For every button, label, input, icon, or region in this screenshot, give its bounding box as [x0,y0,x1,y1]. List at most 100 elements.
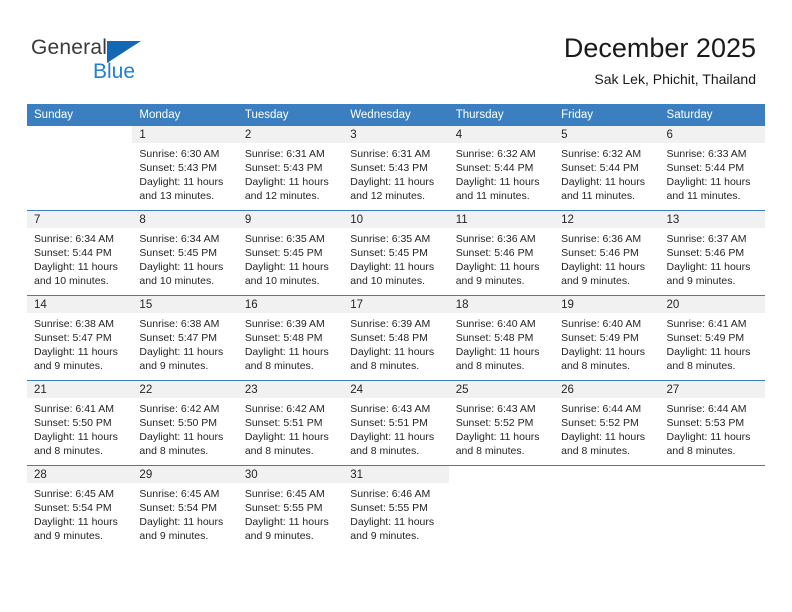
daylight-text: Daylight: 11 hours and 8 minutes. [666,346,751,373]
sunrise-text: Sunrise: 6:41 AM [34,403,114,415]
day-details: Sunrise: 6:35 AM Sunset: 5:45 PM Daylight:… [343,228,448,288]
day-number: 19 [554,296,660,313]
day-details: Sunrise: 6:46 AM Sunset: 5:55 PM Daylight:… [343,483,448,543]
day-details: Sunrise: 6:40 AM Sunset: 5:48 PM Daylight:… [449,313,554,373]
sunrise-text: Sunrise: 6:41 AM [666,318,747,330]
day-cell[interactable]: 17 Sunrise: 6:39 AM Sunset: 5:48 PM Dayligh… [343,295,449,381]
sunrise-text: Sunrise: 6:33 AM [666,148,747,160]
day-cell[interactable]: 10 Sunrise: 6:35 AM Sunset: 5:45 PM Dayligh… [343,210,449,296]
sunrise-text: Sunrise: 6:44 AM [561,403,642,415]
day-number: 2 [237,126,344,143]
sunrise-text: Sunrise: 6:46 AM [350,488,431,500]
day-details: Sunrise: 6:43 AM Sunset: 5:51 PM Daylight:… [343,398,448,458]
day-cell[interactable]: 22 Sunrise: 6:42 AM Sunset: 5:50 PM Dayligh… [132,380,238,466]
day-cell[interactable]: 20 Sunrise: 6:41 AM Sunset: 5:49 PM Dayligh… [659,295,765,381]
daylight-text: Daylight: 11 hours and 9 minutes. [350,516,435,543]
day-cell-inner: 13 Sunrise: 6:37 AM Sunset: 5:46 PM Dayligh… [659,211,765,295]
day-cell[interactable]: 13 Sunrise: 6:37 AM Sunset: 5:46 PM Dayligh… [659,210,765,296]
day-cell[interactable]: 31 Sunrise: 6:46 AM Sunset: 5:55 PM Dayligh… [343,465,449,550]
day-cell[interactable]: 25 Sunrise: 6:43 AM Sunset: 5:52 PM Dayligh… [448,380,555,466]
day-cell-inner: 30 Sunrise: 6:45 AM Sunset: 5:55 PM Dayligh… [237,466,344,550]
page-title: December 2025 [563,33,756,63]
day-cell[interactable]: 8 Sunrise: 6:34 AM Sunset: 5:45 PM Daylight… [132,210,238,296]
day-cell-inner: 24 Sunrise: 6:43 AM Sunset: 5:51 PM Dayligh… [343,381,449,465]
day-cell[interactable]: 30 Sunrise: 6:45 AM Sunset: 5:55 PM Dayligh… [237,465,344,550]
day-cell[interactable]: 12 Sunrise: 6:36 AM Sunset: 5:46 PM Dayligh… [554,210,660,296]
day-cell[interactable]: 3 Sunrise: 6:31 AM Sunset: 5:43 PM Daylight… [343,126,449,211]
day-cell[interactable]: 26 Sunrise: 6:44 AM Sunset: 5:52 PM Dayligh… [554,380,660,466]
sunset-text: Sunset: 5:48 PM [244,332,323,345]
calendar-table: Sunday Monday Tuesday Wednesday Thursday Frid… [27,104,765,550]
daylight-text: Daylight: 11 hours and 11 minutes. [455,176,540,203]
day-cell[interactable]: 24 Sunrise: 6:43 AM Sunset: 5:51 PM Dayligh… [343,380,449,466]
day-cell[interactable]: 15 Sunrise: 6:38 AM Sunset: 5:47 PM Dayligh… [132,295,238,381]
daylight-text: Daylight: 11 hours and 9 minutes. [561,261,645,288]
sunrise-text: Sunrise: 6:39 AM [244,318,325,330]
sunrise-text: Sunrise: 6:40 AM [561,318,642,330]
sunset-text: Sunset: 5:51 PM [350,417,428,430]
day-cell-inner: 7 Sunrise: 6:34 AM Sunset: 5:44 PM Daylight… [27,211,133,295]
day-cell[interactable]: 23 Sunrise: 6:42 AM Sunset: 5:51 PM Dayligh… [237,380,344,466]
sunset-text: Sunset: 5:48 PM [350,332,428,345]
general-blue-logo[interactable]: General Blue [31,36,231,88]
day-number: 21 [27,381,133,398]
day-details: Sunrise: 6:38 AM Sunset: 5:47 PM Daylight:… [27,313,132,373]
day-details: Sunrise: 6:33 AM Sunset: 5:44 PM Daylight:… [660,143,765,203]
day-cell[interactable]: 5 Sunrise: 6:32 AM Sunset: 5:44 PM Daylight… [554,126,660,211]
page-header: General Blue December 2025 Sak Lek, Phic… [0,0,792,100]
day-number: 26 [554,381,660,398]
day-cell[interactable]: 21 Sunrise: 6:41 AM Sunset: 5:50 PM Dayligh… [27,380,133,466]
week-row: 14 Sunrise: 6:38 AM Sunset: 5:47 PM Dayligh… [27,295,765,381]
day-cell[interactable]: 6 Sunrise: 6:33 AM Sunset: 5:44 PM Daylight… [659,126,765,211]
sunset-text: Sunset: 5:55 PM [350,502,428,515]
day-cell-empty [448,465,555,550]
day-number: 29 [132,466,238,483]
sunrise-text: Sunrise: 6:43 AM [350,403,431,415]
day-cell[interactable]: 19 Sunrise: 6:40 AM Sunset: 5:49 PM Dayligh… [554,295,660,381]
sunset-text: Sunset: 5:44 PM [666,162,745,175]
daylight-text: Daylight: 11 hours and 9 minutes. [139,346,224,373]
day-details: Sunrise: 6:45 AM Sunset: 5:54 PM Daylight:… [132,483,237,543]
day-cell[interactable]: 29 Sunrise: 6:45 AM Sunset: 5:54 PM Dayligh… [132,465,238,550]
day-details: Sunrise: 6:45 AM Sunset: 5:55 PM Daylight:… [238,483,343,543]
day-cell[interactable]: 28 Sunrise: 6:45 AM Sunset: 5:54 PM Dayligh… [27,465,133,550]
day-cell[interactable]: 1 Sunrise: 6:30 AM Sunset: 5:43 PM Daylight… [132,126,238,211]
daylight-text: Daylight: 11 hours and 11 minutes. [666,176,751,203]
day-cell[interactable]: 14 Sunrise: 6:38 AM Sunset: 5:47 PM Dayligh… [27,295,133,381]
day-cell[interactable]: 16 Sunrise: 6:39 AM Sunset: 5:48 PM Dayligh… [237,295,344,381]
day-details: Sunrise: 6:36 AM Sunset: 5:46 PM Daylight:… [449,228,554,288]
day-cell[interactable]: 7 Sunrise: 6:34 AM Sunset: 5:44 PM Daylight… [27,210,133,296]
daylight-text: Daylight: 11 hours and 8 minutes. [244,431,329,458]
day-cell-inner [448,466,555,550]
sunrise-text: Sunrise: 6:30 AM [139,148,220,160]
sunset-text: Sunset: 5:55 PM [244,502,323,515]
day-number [27,126,133,143]
day-cell-inner: 27 Sunrise: 6:44 AM Sunset: 5:53 PM Dayligh… [659,381,765,465]
day-cell-inner: 16 Sunrise: 6:39 AM Sunset: 5:48 PM Dayligh… [237,296,344,380]
day-number: 13 [659,211,765,228]
day-cell-inner: 28 Sunrise: 6:45 AM Sunset: 5:54 PM Dayligh… [27,466,133,550]
day-number: 7 [27,211,133,228]
day-cell[interactable]: 2 Sunrise: 6:31 AM Sunset: 5:43 PM Daylight… [237,126,344,211]
day-cell[interactable]: 27 Sunrise: 6:44 AM Sunset: 5:53 PM Dayligh… [659,380,765,466]
day-cell-inner: 2 Sunrise: 6:31 AM Sunset: 5:43 PM Daylight… [237,126,344,210]
day-details: Sunrise: 6:32 AM Sunset: 5:44 PM Daylight:… [554,143,659,203]
daylight-text: Daylight: 11 hours and 11 minutes. [561,176,645,203]
day-cell-inner: 18 Sunrise: 6:40 AM Sunset: 5:48 PM Dayligh… [448,296,555,380]
day-details: Sunrise: 6:43 AM Sunset: 5:52 PM Daylight:… [449,398,554,458]
weekday-header-saturday: Saturday [659,104,765,126]
day-cell-empty [659,465,765,550]
day-cell[interactable]: 9 Sunrise: 6:35 AM Sunset: 5:45 PM Daylight… [237,210,344,296]
sunset-text: Sunset: 5:47 PM [34,332,112,345]
day-cell[interactable]: 18 Sunrise: 6:40 AM Sunset: 5:48 PM Dayligh… [448,295,555,381]
day-number: 10 [343,211,449,228]
day-details: Sunrise: 6:38 AM Sunset: 5:47 PM Daylight:… [132,313,237,373]
day-cell-empty [554,465,660,550]
sunset-text: Sunset: 5:45 PM [244,247,323,260]
day-cell[interactable]: 4 Sunrise: 6:32 AM Sunset: 5:44 PM Daylight… [448,126,555,211]
day-number: 15 [132,296,238,313]
day-cell[interactable]: 11 Sunrise: 6:36 AM Sunset: 5:46 PM Dayligh… [448,210,555,296]
day-number [554,466,660,483]
weekday-header-monday: Monday [132,104,238,126]
day-cell-inner [27,126,133,210]
